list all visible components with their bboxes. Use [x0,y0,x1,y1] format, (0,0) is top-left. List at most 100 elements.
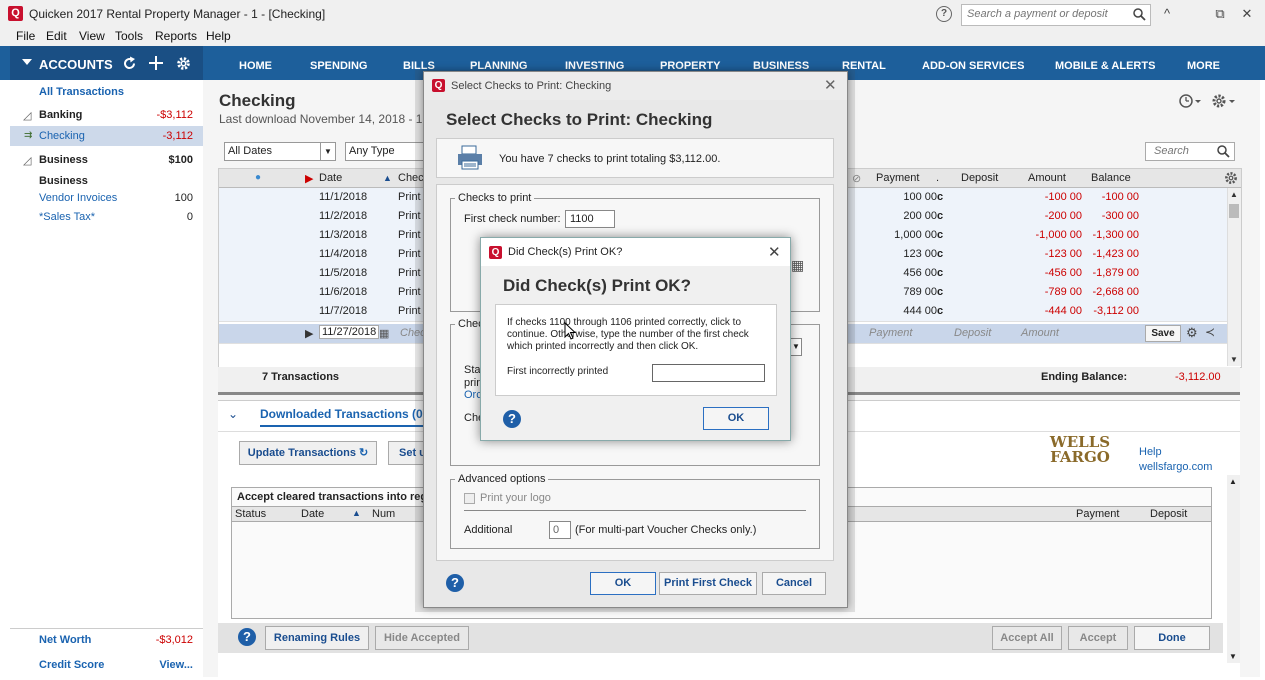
accept-all-button[interactable]: Accept All [992,626,1062,650]
first-incorrect-input[interactable] [652,364,765,382]
menu-tools[interactable]: Tools [115,29,143,43]
print-first-check-button[interactable]: Print First Check [659,572,757,595]
ending-balance-label: Ending Balance: [1041,371,1128,383]
entry-amount-field[interactable]: Amount [1021,327,1059,339]
help-icon[interactable]: ? [936,6,952,22]
entry-deposit-field[interactable]: Deposit [954,327,991,339]
gear-icon[interactable] [176,56,191,71]
collapse-chevron-icon[interactable]: ⌄ [228,407,238,421]
col-status[interactable]: Status [235,508,266,520]
col-deposit[interactable]: Deposit [961,172,998,184]
date-filter-dropdown[interactable]: All Dates ▼ [224,142,336,161]
ok-button[interactable]: OK [590,572,656,595]
ok-button[interactable]: OK [703,407,769,430]
split-icon[interactable]: ≺ [1205,325,1215,339]
scroll-down-icon[interactable]: ▼ [1229,652,1237,661]
register-scrollbar[interactable]: ▲ ▼ [1227,188,1241,366]
print-logo-checkbox[interactable] [464,493,475,504]
group-collapse-icon[interactable]: ◿ [23,109,31,122]
cancel-button[interactable]: Cancel [762,572,826,595]
col-date[interactable]: Date [301,508,324,520]
calendar-icon[interactable]: ▦ [379,327,389,340]
col-balance[interactable]: Balance [1091,172,1131,184]
row-clr: c [937,248,944,260]
update-transactions-button[interactable]: Update Transactions ↻ [239,441,377,465]
menu-file[interactable]: File [16,29,35,43]
tab-mobile-alerts[interactable]: MOBILE & ALERTS [1055,60,1155,72]
scroll-up-icon[interactable]: ▲ [1229,477,1237,486]
col-clr[interactable]: . [936,172,939,184]
collapse-icon[interactable]: ^ [1157,5,1177,23]
refresh-icon[interactable] [122,56,137,71]
close-icon[interactable]: ✕ [768,243,781,261]
entry-payment-field[interactable]: Payment [869,327,912,339]
scroll-down-icon[interactable]: ▼ [1230,355,1238,364]
help-icon[interactable]: ? [238,628,256,646]
scroll-thumb[interactable] [1229,204,1239,218]
sidebar-item-all-transactions[interactable]: All Transactions [10,82,203,102]
chevron-down-icon[interactable]: ▼ [790,338,802,356]
done-button[interactable]: Done [1134,626,1210,650]
collapse-triangle-icon[interactable] [22,59,32,65]
add-account-icon[interactable] [149,56,163,70]
sidebar-item-vendor-invoices[interactable]: Vendor Invoices 100 [10,188,203,208]
sidebar-net-worth[interactable]: Net Worth -$3,012 [10,630,203,650]
entry-gear-icon[interactable]: ⚙ [1186,325,1198,341]
col-payment[interactable]: Payment [1076,508,1119,520]
close-icon[interactable]: ✕ [1237,5,1257,23]
sidebar-group-banking[interactable]: ◿ Banking -$3,112 [10,105,203,125]
row-pointer-icon: ▶ [305,328,314,340]
close-icon[interactable]: ✕ [824,76,837,94]
sort-asc-icon[interactable]: ▲ [383,173,392,183]
first-check-input[interactable]: 1100 [565,210,615,228]
chevron-down-icon[interactable]: ▼ [320,143,335,160]
menu-reports[interactable]: Reports [155,29,197,43]
tab-downloaded-transactions[interactable]: Downloaded Transactions (0) [260,407,427,427]
accounts-label[interactable]: ACCOUNTS [39,57,113,72]
sidebar-credit-score[interactable]: Credit Score View... [10,655,203,675]
sort-asc-icon[interactable]: ▲ [352,508,361,518]
col-deposit[interactable]: Deposit [1150,508,1187,520]
calendar-icon[interactable]: ▦ [791,257,804,274]
save-button[interactable]: Save [1145,325,1181,342]
col-payment[interactable]: Payment [876,172,919,184]
menu-view[interactable]: View [79,29,105,43]
global-search[interactable] [961,4,1151,26]
menu-help[interactable]: Help [206,29,231,43]
panel-scrollbar[interactable]: ▲ ▼ [1227,475,1240,663]
tab-spending[interactable]: SPENDING [310,60,367,72]
search-icon[interactable] [1133,8,1146,21]
register-search[interactable] [1145,142,1235,161]
hide-accepted-button[interactable]: Hide Accepted [375,626,469,650]
settings-gear-icon[interactable] [1211,93,1237,109]
register-search-input[interactable] [1146,143,1220,158]
help-icon[interactable]: ? [446,574,464,592]
sidebar-item-checking[interactable]: ⇉ Checking -3,112 [10,126,203,146]
global-search-input[interactable] [962,5,1127,23]
accept-button[interactable]: Accept [1068,626,1128,650]
col-num[interactable]: Num [372,508,395,520]
bank-help-link[interactable]: Help [1139,446,1162,458]
tab-more[interactable]: MORE [1187,60,1220,72]
check-style-label: Sta [464,364,481,376]
renaming-rules-button[interactable]: Renaming Rules [265,626,369,650]
col-amount[interactable]: Amount [1028,172,1066,184]
scroll-up-icon[interactable]: ▲ [1230,190,1238,199]
col-date[interactable]: Date [319,172,342,184]
type-filter-dropdown[interactable]: Any Type [345,142,425,161]
history-clock-icon[interactable] [1178,93,1202,109]
sidebar-item-sales-tax[interactable]: *Sales Tax* 0 [10,207,203,227]
restore-icon[interactable]: ⧉ [1210,5,1230,23]
sidebar-group-business[interactable]: ◿ Business $100 [10,150,203,170]
bank-site-link[interactable]: wellsfargo.com [1139,461,1212,473]
column-settings-icon[interactable] [1224,171,1238,185]
search-icon[interactable] [1217,145,1230,158]
credit-score-link[interactable]: View... [159,659,193,671]
tab-add-on-services[interactable]: ADD-ON SERVICES [922,60,1024,72]
tab-home[interactable]: HOME [239,60,272,72]
help-icon[interactable]: ? [503,410,521,428]
entry-date-field[interactable]: 11/27/2018 [319,325,380,339]
additional-copies-input[interactable]: 0 [549,521,571,539]
group-collapse-icon[interactable]: ◿ [23,154,31,167]
menu-edit[interactable]: Edit [46,29,67,43]
